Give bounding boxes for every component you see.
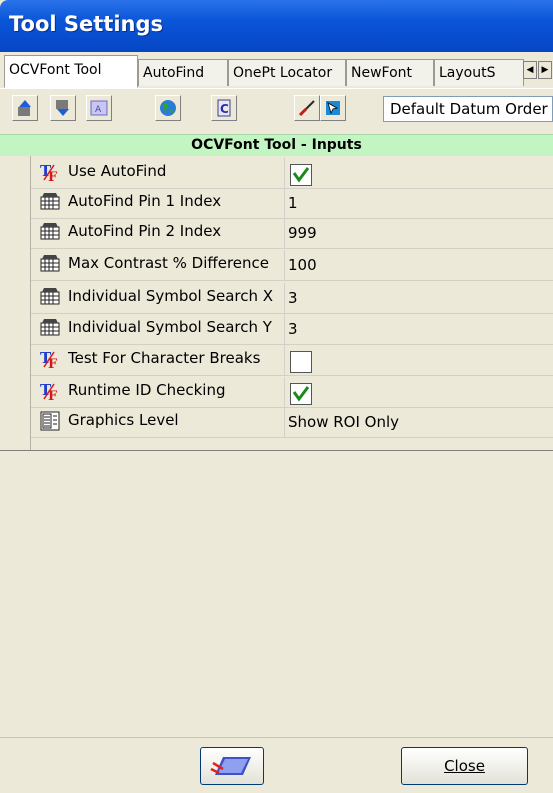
keypad-icon (40, 192, 60, 212)
property-grid: T F Use AutoFind AutoFind Pin 1 Index 1 AutoF… (0, 156, 553, 451)
tab-scroll-right-icon[interactable]: ▶ (538, 61, 552, 79)
tool-settings-window: Tool Settings OCVFont Tool AutoFind OneP… (0, 0, 553, 793)
property-label: Test For Character Breaks (68, 349, 261, 367)
script-icon: C (217, 99, 231, 117)
tab-layouts[interactable]: LayoutS (434, 59, 524, 86)
column-divider (284, 345, 285, 376)
property-value[interactable]: 3 (288, 289, 298, 307)
close-button-label: Close (444, 757, 485, 775)
text-field-icon: A (90, 100, 108, 116)
property-row[interactable]: T F Runtime ID Checking (0, 377, 553, 408)
property-label: AutoFind Pin 2 Index (68, 222, 222, 240)
property-checkbox[interactable] (290, 383, 312, 405)
column-divider (284, 218, 285, 249)
script-button[interactable]: C (211, 95, 237, 121)
column-divider (284, 188, 285, 219)
column-divider (284, 283, 285, 314)
tab-strip: OCVFont Tool AutoFind OnePt Locator NewF… (0, 52, 553, 89)
tab-autofind[interactable]: AutoFind (138, 59, 228, 86)
property-label: Individual Symbol Search X (68, 287, 274, 305)
property-row[interactable]: Max Contrast % Difference 100 (0, 250, 553, 281)
column-divider (284, 314, 285, 345)
datum-order-select[interactable]: Default Datum Order (383, 96, 553, 122)
property-value[interactable]: 3 (288, 320, 298, 338)
property-checkbox[interactable] (290, 351, 312, 373)
property-row[interactable]: T F Test For Character Breaks (0, 345, 553, 376)
property-row[interactable]: Individual Symbol Search Y 3 (0, 314, 553, 345)
keyboard-button[interactable] (200, 747, 264, 785)
row-divider (30, 437, 553, 438)
checkmark-icon (292, 167, 310, 183)
list-icon (40, 411, 60, 431)
globe-button[interactable] (155, 95, 181, 121)
move-down-button[interactable] (50, 95, 76, 121)
text-field-button[interactable]: A (86, 95, 112, 121)
tf-icon: TF (40, 349, 60, 372)
column-divider (284, 407, 285, 438)
footer: Close (0, 737, 553, 793)
row-divider (30, 280, 553, 281)
row-divider (30, 248, 553, 249)
keypad-icon (40, 254, 60, 274)
brush-button[interactable] (294, 95, 320, 121)
property-row[interactable]: AutoFind Pin 1 Index 1 (0, 188, 553, 219)
tf-icon: TF (40, 381, 60, 404)
svg-text:A: A (95, 105, 102, 115)
property-label: Individual Symbol Search Y (68, 318, 272, 336)
property-value[interactable]: 100 (288, 256, 317, 274)
property-label: Graphics Level (68, 411, 179, 429)
checkmark-icon (292, 386, 310, 402)
property-row[interactable]: Graphics Level Show ROI Only (0, 407, 553, 438)
move-up-button[interactable] (12, 95, 38, 121)
move-up-icon (18, 100, 31, 116)
globe-icon (160, 100, 176, 116)
tab-scroll-buttons: ◀ ▶ (523, 61, 553, 79)
title-bar[interactable]: Tool Settings (0, 0, 553, 52)
tab-ocvfont-tool[interactable]: OCVFont Tool (4, 55, 138, 88)
property-checkbox[interactable] (290, 164, 312, 186)
property-label: Runtime ID Checking (68, 381, 226, 399)
property-label: Max Contrast % Difference (68, 254, 269, 272)
svg-text:C: C (220, 102, 229, 116)
keypad-icon (40, 318, 60, 338)
close-button[interactable]: Close (401, 747, 528, 785)
property-value[interactable]: Show ROI Only (288, 413, 399, 431)
column-divider (284, 377, 285, 408)
window-title: Tool Settings (9, 12, 164, 36)
keypad-icon (40, 222, 60, 242)
tf-icon: TF (40, 162, 60, 185)
tab-newfont[interactable]: NewFont (346, 59, 434, 86)
property-label: Use AutoFind (68, 162, 167, 180)
tab-onept-locator[interactable]: OnePt Locator (228, 59, 346, 86)
tab-scroll-left-icon[interactable]: ◀ (523, 61, 537, 79)
property-value[interactable]: 999 (288, 224, 317, 242)
property-row[interactable]: Individual Symbol Search X 3 (0, 283, 553, 314)
property-row[interactable]: T F Use AutoFind (0, 158, 553, 189)
move-down-icon (56, 100, 69, 116)
section-header: OCVFont Tool - Inputs (0, 134, 553, 156)
property-row[interactable]: AutoFind Pin 2 Index 999 (0, 218, 553, 249)
grid-gutter (30, 156, 31, 450)
property-label: AutoFind Pin 1 Index (68, 192, 222, 210)
column-divider (284, 250, 285, 281)
pointer-icon (326, 101, 340, 115)
row-divider (30, 375, 553, 376)
column-divider (284, 158, 285, 189)
keyboard-icon (210, 757, 251, 775)
keypad-icon (40, 287, 60, 307)
pointer-button[interactable] (320, 95, 346, 121)
toolbar: A C Default Datum Order (0, 89, 553, 134)
property-value[interactable]: 1 (288, 194, 298, 212)
brush-icon (298, 100, 315, 117)
